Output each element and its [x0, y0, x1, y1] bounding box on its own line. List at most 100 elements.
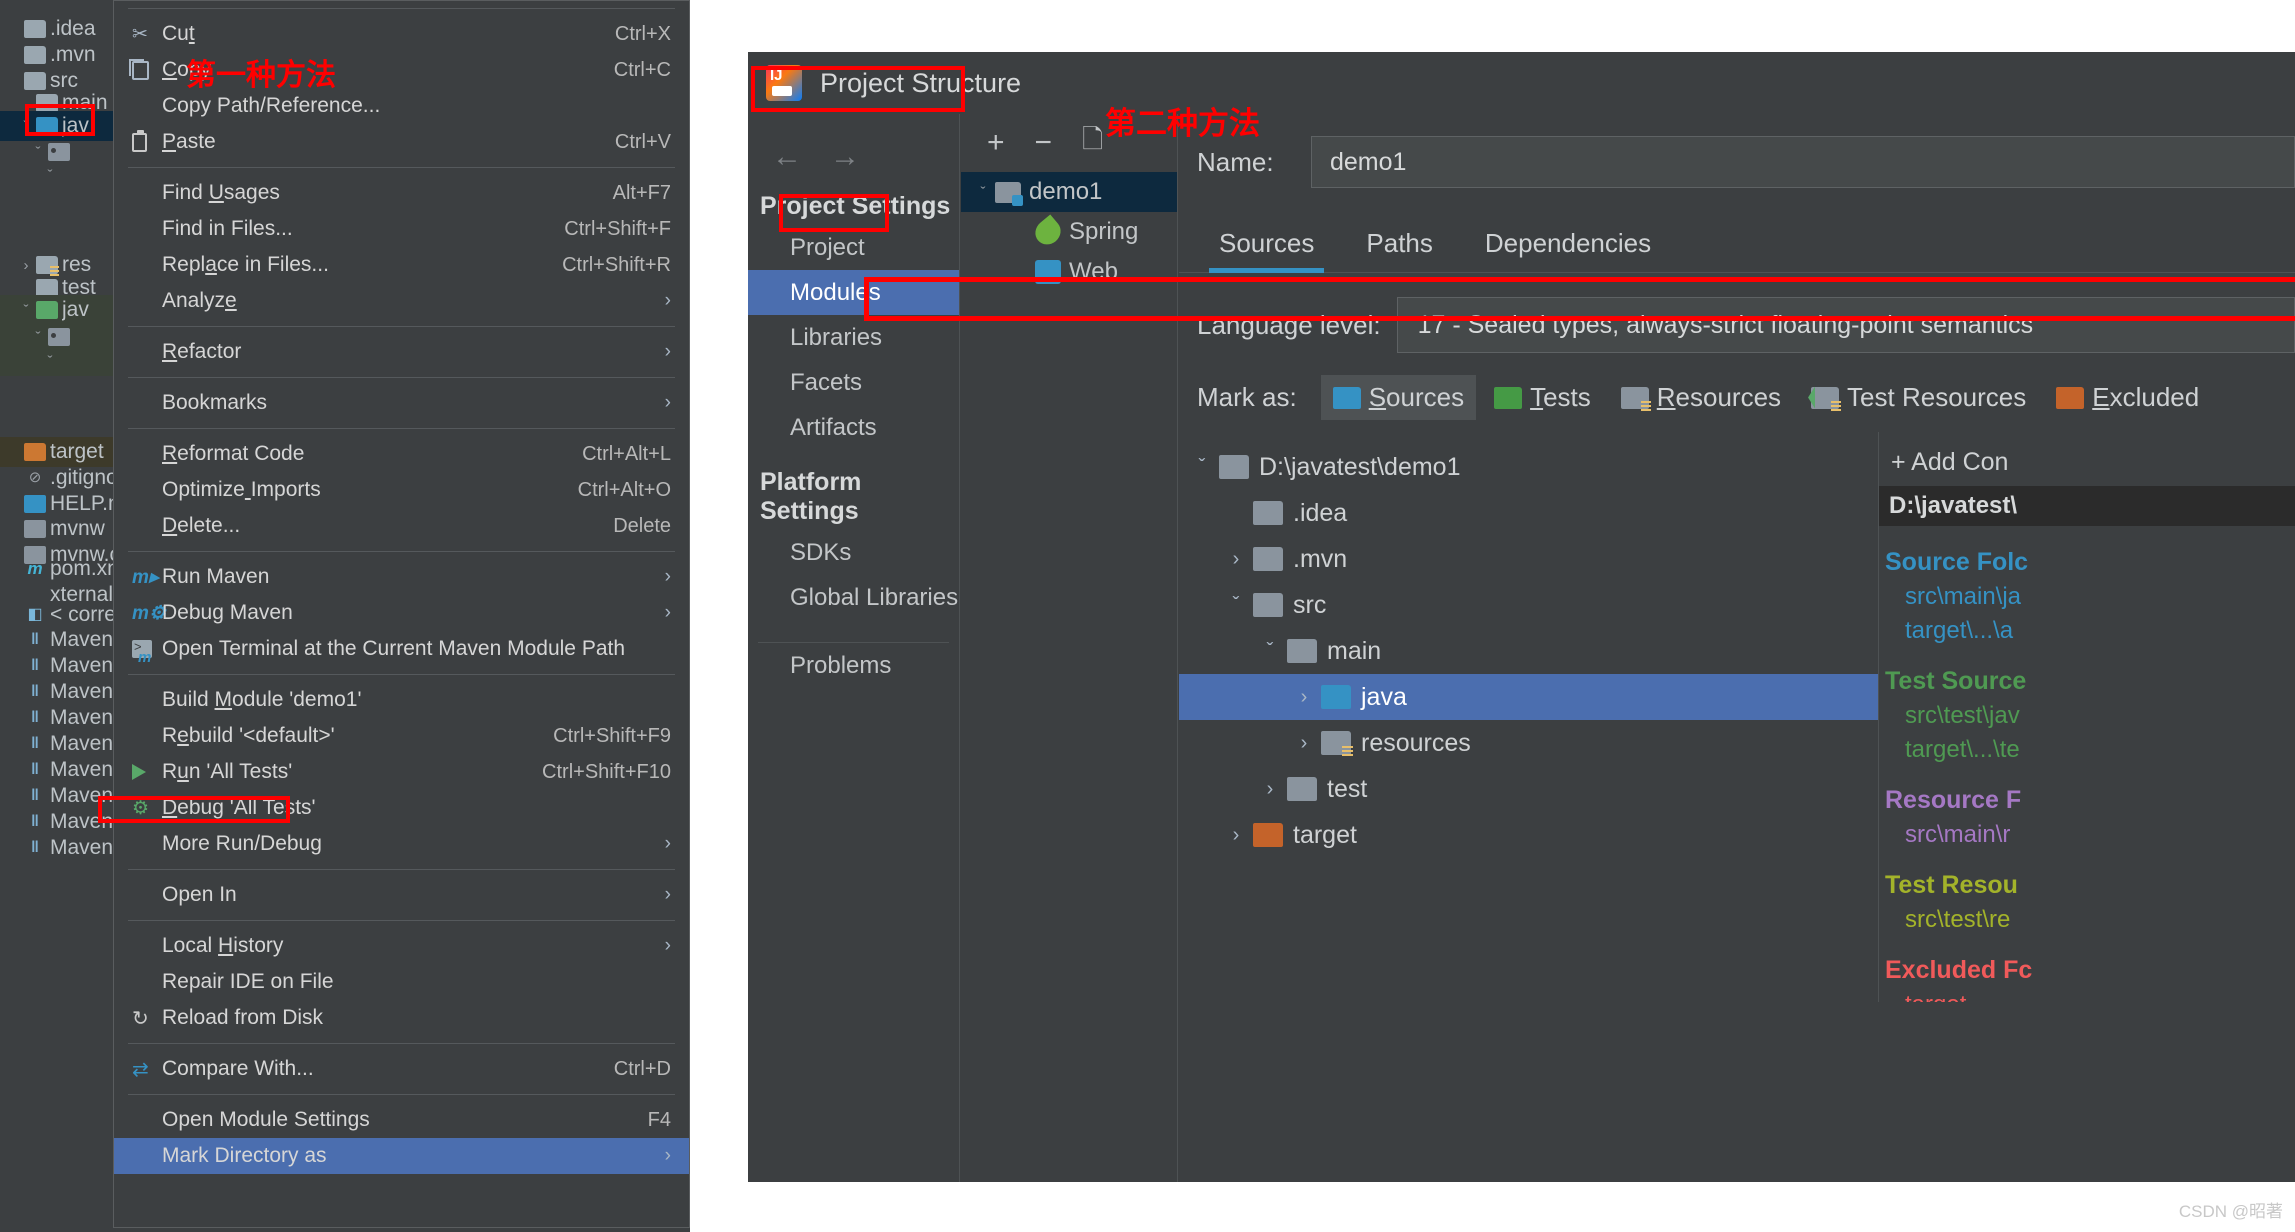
mark-as-tests-button[interactable]: Tests	[1482, 375, 1603, 420]
sidebar-item-project[interactable]: Project	[748, 225, 959, 270]
context-menu[interactable]: CutCtrl+XCopyCtrl+CCopy Path/Reference..…	[113, 0, 690, 1228]
project-tree-row[interactable]: ˇ jav	[0, 295, 120, 325]
module-list-panel[interactable]: + − 🗋 ˇ demo1 Spring Web	[961, 114, 1178, 1182]
maven-debug-icon-glyph: m⚙	[132, 602, 166, 624]
mark-as-resources-button[interactable]: Resources	[1609, 375, 1793, 420]
context-menu-item[interactable]: Paste Ctrl+V	[114, 124, 689, 160]
context-menu-item[interactable]: ⚙ Debug 'All Tests'	[114, 790, 689, 826]
context-menu-item[interactable]: Open Module Settings F4	[114, 1102, 689, 1138]
library-icon: ‖	[31, 709, 39, 726]
sidebar-item-problems[interactable]: Problems	[748, 643, 959, 688]
context-menu-item[interactable]: ↻ Reload from Disk	[114, 1000, 689, 1036]
sidebar-item-libraries[interactable]: Libraries	[748, 315, 959, 360]
project-tree-row[interactable]: ˇ	[0, 160, 120, 190]
nav-history-buttons[interactable]: ← →	[748, 114, 959, 174]
context-menu-item[interactable]: Repair IDE on File	[114, 964, 689, 1000]
context-menu-item-shortcut: Ctrl+Alt+L	[582, 442, 671, 465]
mark-as-test-resources-button[interactable]: Test Resources	[1799, 375, 2038, 420]
folder-group-path[interactable]: target	[1879, 991, 2295, 1002]
project-tree-row-label: < corrett	[50, 603, 120, 626]
context-menu-item[interactable]: Run 'All Tests' Ctrl+Shift+F10	[114, 754, 689, 790]
content-tree-row[interactable]: › java	[1179, 674, 1878, 720]
context-menu-item[interactable]: Find Usages Alt+F7	[114, 175, 689, 211]
project-tree-row-label: .idea	[50, 17, 96, 40]
folder-group-path[interactable]: target\...\te	[1879, 736, 2295, 764]
content-tree-row[interactable]: › resources	[1179, 720, 1878, 766]
library-icon: ‖	[31, 735, 39, 752]
language-level-select[interactable]: 17 - Sealed types, always-strict floatin…	[1396, 297, 2295, 353]
chevron-right-icon: ›	[1300, 685, 1308, 708]
context-menu-item[interactable]: Find in Files... Ctrl+Shift+F	[114, 211, 689, 247]
project-tree-row[interactable]: ˇ	[0, 346, 120, 376]
context-menu-item[interactable]: ⇄ Compare With... Ctrl+D	[114, 1051, 689, 1087]
sidebar-item-facets[interactable]: Facets	[748, 360, 959, 405]
content-tree-row[interactable]: › test	[1179, 766, 1878, 812]
sidebar-item-sdks[interactable]: SDKs	[748, 530, 959, 575]
folder-group-path[interactable]: src\test\re	[1879, 906, 2295, 934]
add-module-button[interactable]: +	[987, 126, 1005, 160]
folder-group-path[interactable]: src\test\jav	[1879, 702, 2295, 730]
tab-paths[interactable]: Paths	[1344, 222, 1455, 273]
add-content-root-button[interactable]: + Add Con	[1879, 438, 2295, 486]
context-menu-item[interactable]: Open In ›	[114, 877, 689, 913]
context-menu-item[interactable]: Replace in Files... Ctrl+Shift+R	[114, 247, 689, 283]
content-file-tree[interactable]: ˇ D:\javatest\demo1 .idea › .mvn ˇ src ˇ main › ja…	[1179, 432, 1879, 1002]
mark-as-sources-button[interactable]: Sources	[1320, 375, 1477, 420]
module-tree-row[interactable]: ˇ demo1	[961, 172, 1177, 212]
file-icon	[24, 520, 46, 538]
context-menu-item[interactable]: > Open Terminal at the Current Maven Modu…	[114, 631, 689, 667]
mark-as-sources-icon	[1332, 386, 1361, 409]
project-tree-row-label: target	[50, 440, 104, 463]
context-menu-item[interactable]: m▸ Run Maven ›	[114, 559, 689, 595]
module-tree-row[interactable]: Web	[961, 252, 1177, 292]
context-menu-item[interactable]: More Run/Debug ›	[114, 826, 689, 862]
module-tabs[interactable]: Sources Paths Dependencies	[1179, 188, 2295, 273]
context-menu-item[interactable]: Refactor ›	[114, 334, 689, 370]
mark-as-excluded-icon	[2056, 386, 2085, 409]
context-menu-item[interactable]: Build Module 'demo1'	[114, 682, 689, 718]
content-tree-row[interactable]: ˇ D:\javatest\demo1	[1179, 444, 1878, 490]
back-arrow-icon[interactable]: ←	[772, 140, 802, 174]
sidebar-item-global-libraries[interactable]: Global Libraries	[748, 575, 959, 620]
content-tree-row[interactable]: › .mvn	[1179, 536, 1878, 582]
content-tree-row[interactable]: .idea	[1179, 490, 1878, 536]
module-tree-row[interactable]: Spring	[961, 212, 1177, 252]
project-tool-window-tree[interactable]: .idea .mvn src main ˇ jav ˇ ˇ › res test ˇ jav ˇ ˇ targ…	[0, 0, 120, 1232]
context-menu-item[interactable]: Rebuild '<default>' Ctrl+Shift+F9	[114, 718, 689, 754]
remove-module-button[interactable]: −	[1035, 126, 1053, 160]
context-menu-item[interactable]: Local History ›	[114, 928, 689, 964]
content-tree-row-label: target	[1293, 820, 1357, 849]
content-tree-row-label: src	[1293, 590, 1327, 619]
mark-as-row[interactable]: Mark as: Sources Tests Resources Test Resou…	[1179, 353, 2295, 420]
folder-resources-icon	[1321, 731, 1353, 758]
content-root-details: + Add Con D:\javatest\ Source Folc src\ma…	[1879, 432, 2295, 1002]
context-menu-item[interactable]: Mark Directory as ›	[114, 1138, 689, 1174]
context-menu-item[interactable]: m⚙ Debug Maven ›	[114, 595, 689, 631]
submenu-arrow-icon: ›	[664, 1145, 671, 1166]
forward-arrow-icon[interactable]: →	[830, 140, 860, 174]
mark-as-excluded-button[interactable]: Excluded	[2044, 375, 2211, 420]
folder-group-path[interactable]: target\...\a	[1879, 617, 2295, 645]
context-menu-item[interactable]: Delete... Delete	[114, 508, 689, 544]
sidebar-item-artifacts[interactable]: Artifacts	[748, 405, 959, 450]
tab-dependencies[interactable]: Dependencies	[1463, 222, 1673, 273]
context-menu-item[interactable]: Bookmarks ›	[114, 385, 689, 421]
context-menu-item[interactable]: Cut Ctrl+X	[114, 16, 689, 52]
project-tree-row[interactable]: ‖ Maven: c	[0, 833, 120, 863]
folder-group-path[interactable]: src\main\r	[1879, 821, 2295, 849]
content-tree-row[interactable]: ˇ main	[1179, 628, 1878, 674]
context-menu-item[interactable]: Optimize Imports Ctrl+Alt+O	[114, 472, 689, 508]
folder-group-title: Test Resou	[1885, 871, 2018, 899]
content-tree-row[interactable]: ˇ src	[1179, 582, 1878, 628]
context-menu-item[interactable]: Reformat Code Ctrl+Alt+L	[114, 436, 689, 472]
copy-module-icon[interactable]: 🗋	[1082, 121, 1103, 165]
folder-group-path[interactable]: src\main\ja	[1879, 583, 2295, 611]
project-tree-row-label: Maven: c	[50, 706, 120, 729]
context-menu-item[interactable]: Analyze ›	[114, 283, 689, 319]
tab-sources[interactable]: Sources	[1197, 222, 1336, 273]
content-tree-row[interactable]: › target	[1179, 812, 1878, 858]
module-name-input[interactable]: demo1	[1311, 136, 2295, 188]
chevron-down-icon: ˇ	[23, 117, 29, 135]
project-tree-row-label: pom.xml	[50, 557, 120, 580]
settings-nav-panel[interactable]: ← → Project Settings Project Modules Librar…	[748, 114, 960, 1182]
